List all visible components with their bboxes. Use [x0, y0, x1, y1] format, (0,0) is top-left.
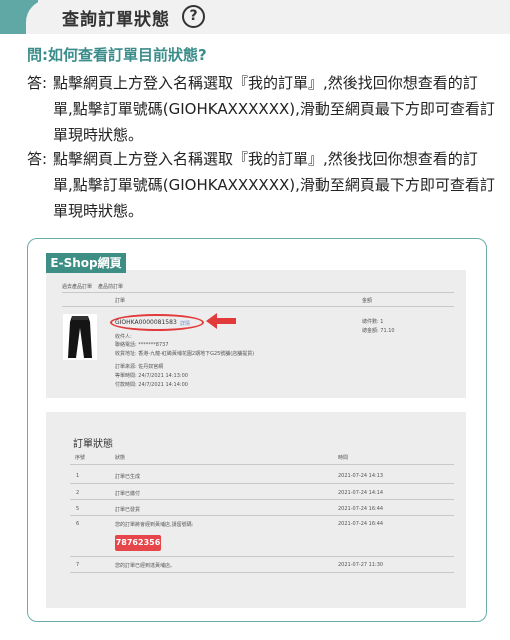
divider — [70, 572, 454, 573]
answer-text: 點擊網頁上方登入名稱選取『我的訂單』,然後找回你想查看的訂單,點擊訂單號碼(GI… — [53, 150, 495, 220]
faq-answer: 答: 點擊網頁上方登入名稱選取『我的訂單』,然後找回你想查看的訂單,點擊訂單號碼… — [27, 146, 497, 224]
page-header: 查詢訂單狀態 ? — [0, 0, 510, 34]
answer-label: 答: — [27, 74, 48, 92]
eshop-tab[interactable]: E-Shop網頁 — [46, 253, 126, 273]
row-no: 2 — [76, 490, 80, 496]
col-order: 訂單 — [115, 298, 126, 304]
row-time: 2021-07-24 14:14 — [338, 490, 384, 496]
row-status: 訂單已繳付 — [115, 491, 141, 497]
answer-text: 點擊網頁上方登入名稱選取『我的訂單』,然後找回你想查看的訂單,點擊訂單號碼(GI… — [53, 74, 495, 144]
divider — [70, 464, 454, 465]
header-bar — [238, 0, 510, 34]
row-no: 1 — [76, 473, 80, 479]
row-time: 2021-07-24 14:13 — [338, 473, 384, 479]
status-title: 訂單狀態 — [73, 439, 113, 450]
col-time: 時間 — [338, 455, 349, 461]
divider — [70, 556, 454, 557]
row-no: 5 — [76, 506, 80, 512]
divider — [70, 515, 454, 516]
pickup-code-badge: 78762356 — [115, 535, 161, 551]
row-time: 2021-07-24 16:44 — [338, 506, 384, 512]
product-pants-image — [63, 314, 97, 360]
divider — [70, 499, 454, 500]
row-time: 2021-07-24 16:44 — [338, 521, 384, 527]
divider — [62, 292, 454, 293]
answer-label: 答: — [27, 150, 48, 168]
item-count: 總件數: 1 — [362, 319, 384, 325]
row-status: 您的訂單將會經到黃埔店,請留號碼: — [115, 522, 194, 528]
faq-question: 問:如何查看訂單目前狀態? — [27, 46, 207, 64]
nav-current-orders[interactable]: 產品前訂單 — [98, 283, 123, 290]
pointer-arrow-icon — [206, 313, 236, 329]
row-status: 您的訂單已經到達黃埔店。 — [115, 563, 176, 569]
col-amount: 金額 — [362, 298, 373, 304]
pay-time: 付款時間: 24/7/2021 14:14:00 — [115, 382, 188, 388]
col-status: 狀態 — [115, 455, 126, 461]
row-status: 訂單已發貨 — [115, 507, 141, 513]
row-no: 6 — [76, 521, 80, 527]
row-time: 2021-07-27 11:30 — [338, 562, 384, 568]
col-no: 序號 — [75, 455, 86, 461]
page-title: 查詢訂單狀態 — [62, 10, 170, 30]
row-status: 訂單已生成 — [115, 474, 141, 480]
divider — [70, 483, 454, 484]
faq-answer: 答: 點擊網頁上方登入名稱選取『我的訂單』,然後找回你想查看的訂單,點擊訂單號碼… — [27, 70, 497, 148]
total-amount: 總金額: 71.10 — [362, 328, 395, 334]
address: 收貨地址: 香港-九龍-紅磡黃埔花園2期地下G25號舖(店舖提貨) — [115, 351, 255, 357]
phone: 聯絡電話: *******8737 — [115, 342, 169, 348]
order-time: 等單時間: 24/7/2021 14:13:00 — [115, 373, 188, 379]
divider — [62, 306, 454, 307]
nav-past-orders[interactable]: 過去產品訂單 — [62, 283, 92, 290]
order-source: 訂單來源: 佐丹奴官網 — [115, 364, 164, 370]
highlight-circle — [110, 314, 204, 331]
row-no: 7 — [76, 562, 80, 568]
recipient: 收件人: — [115, 334, 132, 340]
help-icon[interactable]: ? — [182, 5, 205, 28]
